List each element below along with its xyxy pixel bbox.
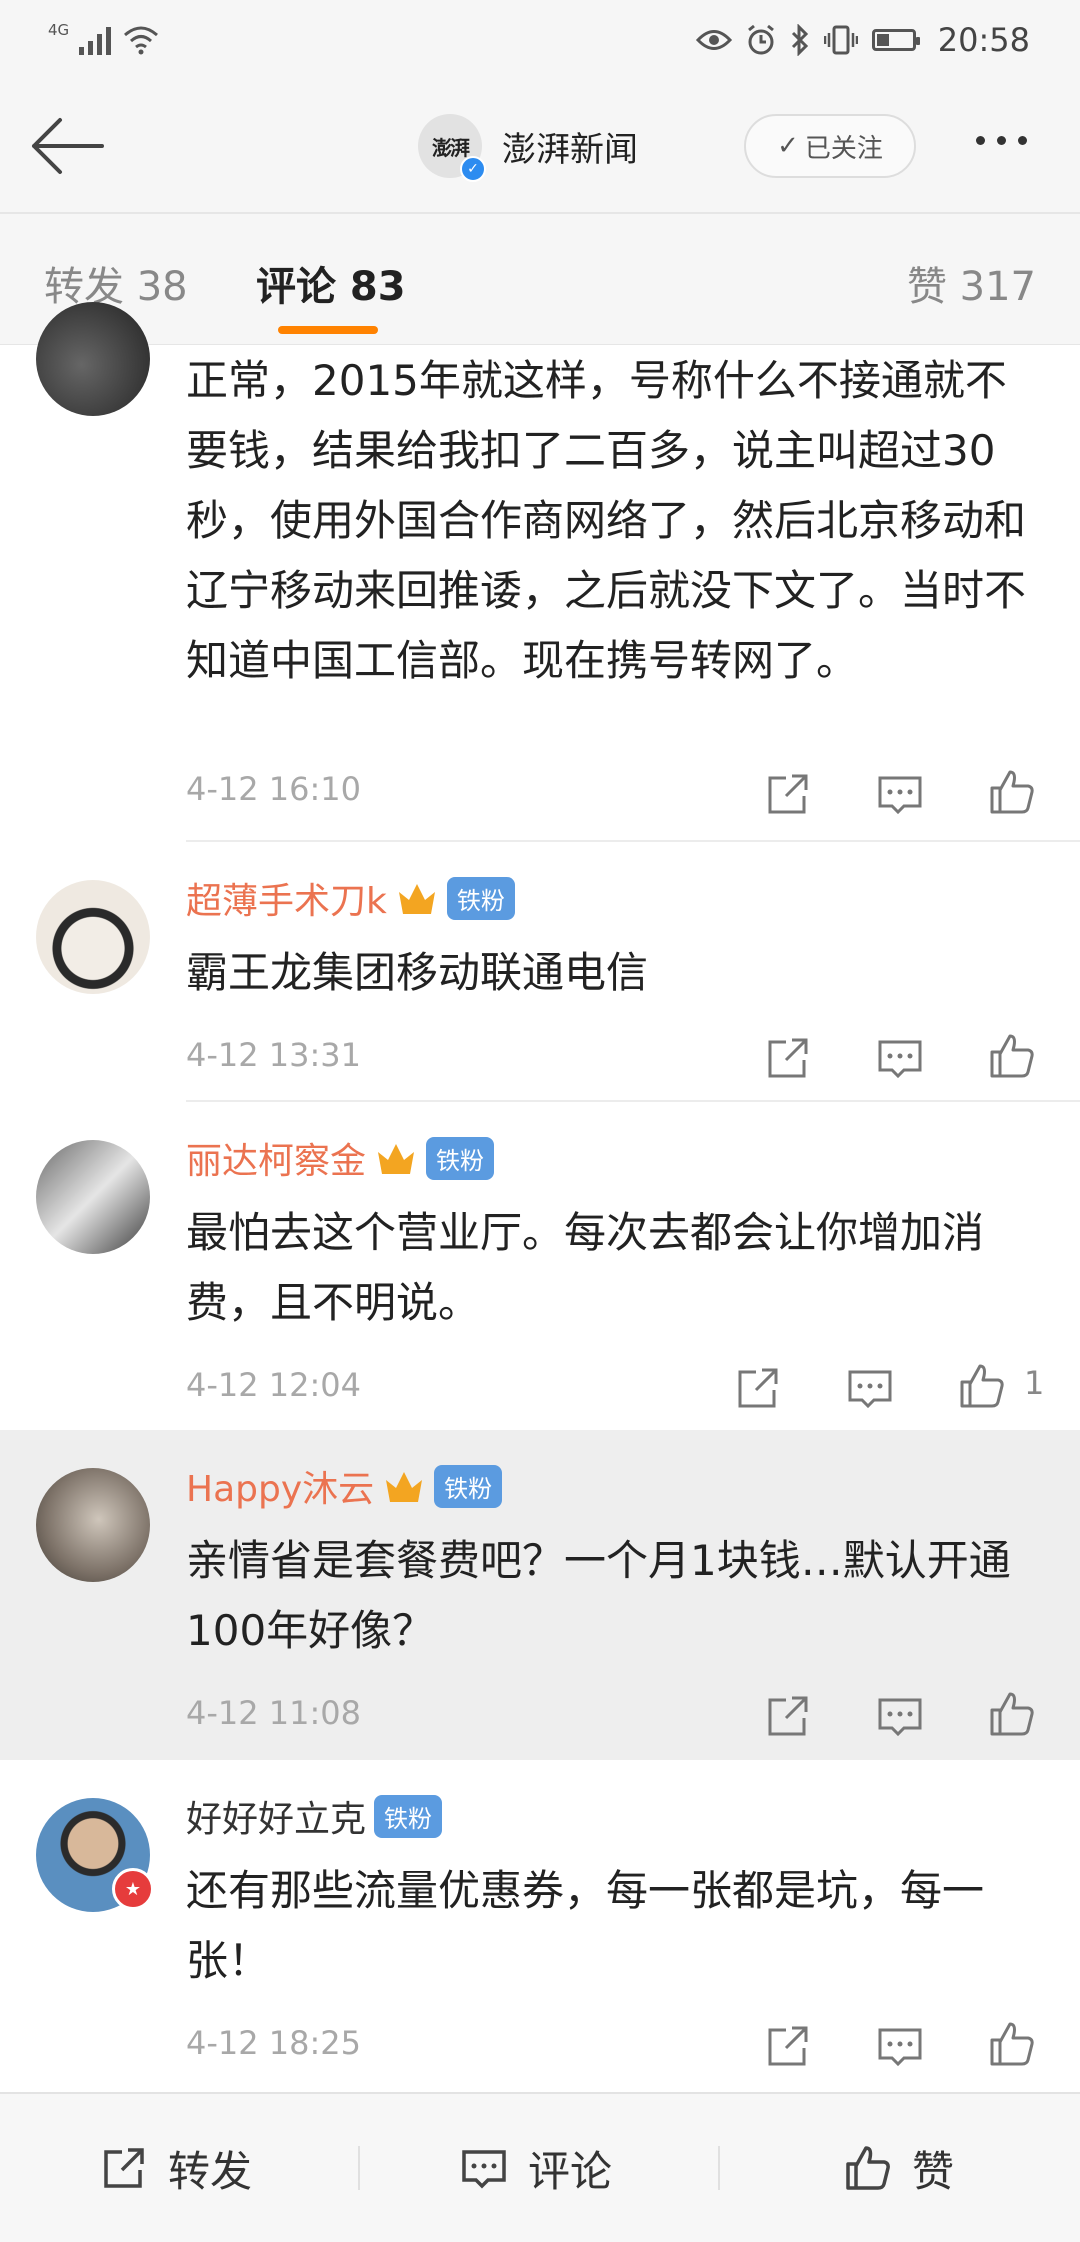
- comment-username[interactable]: 超薄手术刀k 铁粉: [186, 872, 515, 924]
- like-icon: [846, 2146, 890, 2190]
- repost-icon: [104, 2148, 144, 2188]
- clock: 20:58: [937, 21, 1030, 59]
- tab-repost[interactable]: 转发 38: [44, 254, 188, 312]
- comment-item: 丽达柯察金 铁粉 最怕去这个营业厅。每次去都会让你增加消费，且不明说。 4-12…: [0, 1102, 1080, 1430]
- crown-icon: [398, 884, 435, 914]
- tab-bar: 转发 38 评论 83 赞 317: [0, 214, 1080, 345]
- user-avatar[interactable]: [36, 880, 150, 994]
- tab-comments[interactable]: 评论 83: [256, 254, 406, 312]
- network-type: 4G: [48, 21, 70, 39]
- comment-label: 评论: [528, 2146, 613, 2196]
- like-count: 1: [1024, 1364, 1045, 1402]
- fan-badge: 铁粉: [434, 1464, 503, 1508]
- comment-time: 4-12 16:10: [186, 770, 362, 808]
- user-avatar[interactable]: ★: [36, 1798, 154, 1912]
- username-text: Happy沐云: [186, 1469, 375, 1510]
- repost-button[interactable]: 转发: [98, 2138, 252, 2198]
- user-avatar[interactable]: [36, 302, 150, 416]
- comment-time: 4-12 13:31: [186, 1036, 362, 1074]
- like-icon[interactable]: [956, 1360, 1008, 1412]
- like-button[interactable]: 赞: [842, 2138, 954, 2198]
- battery-icon: [871, 29, 920, 51]
- tab-likes[interactable]: 赞 317: [907, 254, 1036, 312]
- comment-text: 霸王龙集团移动联通电信: [186, 948, 649, 997]
- comment-item: 正常，2015年就这样，号称什么不接通就不要钱，结果给我扣了二百多，说主叫超过3…: [0, 302, 1080, 840]
- crown-icon: [378, 1144, 415, 1174]
- crown-icon: [386, 1472, 423, 1502]
- verified-icon: ✓: [460, 156, 486, 182]
- back-arrow-icon[interactable]: [28, 116, 108, 176]
- comment-text: 正常，2015年就这样，号称什么不接通就不要钱，结果给我扣了二百多，说主叫超过3…: [186, 356, 1027, 685]
- comment-text: 还有那些流量优惠券，每一张都是坑，每一张！: [186, 1866, 985, 1985]
- wifi-icon: [124, 26, 159, 55]
- comment-item: 超薄手术刀k 铁粉 霸王龙集团移动联通电信 4-12 13:31: [0, 842, 1080, 1100]
- comment-text: 亲情省是套餐费吧？一个月1块钱…默认开通100年好像？: [186, 1536, 1011, 1655]
- comment-text: 最怕去这个营业厅。每次去都会让你增加消费，且不明说。: [186, 1208, 985, 1327]
- status-bar: 4G 20:58: [0, 0, 1080, 80]
- comment-time: 4-12 11:08: [186, 1694, 362, 1732]
- follow-label: 已关注: [804, 133, 883, 164]
- comment-button[interactable]: 评论: [458, 2138, 612, 2198]
- separator: [718, 2146, 720, 2190]
- tab-active-indicator: [278, 326, 378, 334]
- bluetooth-icon: [791, 24, 808, 56]
- check-icon: ✓: [777, 131, 799, 161]
- account-info[interactable]: 澎湃 ✓ 澎湃新闻: [418, 112, 638, 182]
- share-icon[interactable]: [762, 2020, 814, 2072]
- reply-icon[interactable]: [874, 1690, 926, 1742]
- fan-badge: 铁粉: [446, 876, 515, 920]
- username-text: 超薄手术刀k: [186, 881, 387, 922]
- top-nav: 澎湃 ✓ 澎湃新闻 ✓ 已关注: [0, 80, 1080, 214]
- comment-item: ★ 好好好立克 铁粉 还有那些流量优惠券，每一张都是坑，每一张！ 4-12 18…: [0, 1760, 1080, 2090]
- like-label: 赞: [912, 2146, 955, 2196]
- separator: [358, 2146, 360, 2190]
- reply-icon[interactable]: [874, 768, 926, 820]
- repost-label: 转发: [168, 2146, 253, 2196]
- follow-button[interactable]: ✓ 已关注: [744, 114, 916, 178]
- like-icon[interactable]: [986, 1688, 1038, 1740]
- eye-icon: [695, 30, 732, 50]
- comment-username[interactable]: 丽达柯察金 铁粉: [186, 1132, 495, 1184]
- bottom-action-bar: 转发 评论 赞: [0, 2092, 1080, 2242]
- account-avatar[interactable]: 澎湃 ✓: [418, 114, 486, 182]
- username-text: 好好好立克: [186, 1799, 367, 1840]
- fan-badge: 铁粉: [374, 1794, 443, 1838]
- share-icon[interactable]: [732, 1362, 784, 1414]
- like-icon[interactable]: [986, 766, 1038, 818]
- like-icon[interactable]: [986, 1030, 1038, 1082]
- share-icon[interactable]: [762, 1032, 814, 1084]
- comment-username[interactable]: Happy沐云 铁粉: [186, 1460, 503, 1512]
- more-options-icon[interactable]: [976, 136, 1027, 145]
- user-avatar[interactable]: [36, 1468, 150, 1582]
- share-icon[interactable]: [762, 768, 814, 820]
- username-text: 丽达柯察金: [186, 1141, 367, 1182]
- comment-item: Happy沐云 铁粉 亲情省是套餐费吧？一个月1块钱…默认开通100年好像？ 4…: [0, 1430, 1080, 1760]
- user-avatar[interactable]: [36, 1140, 150, 1254]
- alarm-icon: [747, 24, 774, 55]
- reply-icon[interactable]: [844, 1362, 896, 1414]
- status-left: 4G: [48, 18, 159, 62]
- account-name[interactable]: 澎湃新闻: [502, 122, 638, 171]
- account-avatar-logo: 澎湃: [432, 135, 470, 160]
- comment-icon: [462, 2150, 506, 2189]
- fan-badge: 铁粉: [426, 1136, 495, 1180]
- reply-icon[interactable]: [874, 2020, 926, 2072]
- vibrate-icon: [823, 25, 858, 55]
- like-icon[interactable]: [986, 2018, 1038, 2070]
- reply-icon[interactable]: [874, 1032, 926, 1084]
- share-icon[interactable]: [762, 1690, 814, 1742]
- status-right: 20:58: [695, 14, 1030, 66]
- member-badge-icon: ★: [112, 1868, 154, 1910]
- signal-icon: [79, 27, 112, 55]
- comment-username[interactable]: 好好好立克 铁粉: [186, 1790, 443, 1842]
- comment-time: 4-12 18:25: [186, 2024, 362, 2062]
- comment-time: 4-12 12:04: [186, 1366, 362, 1404]
